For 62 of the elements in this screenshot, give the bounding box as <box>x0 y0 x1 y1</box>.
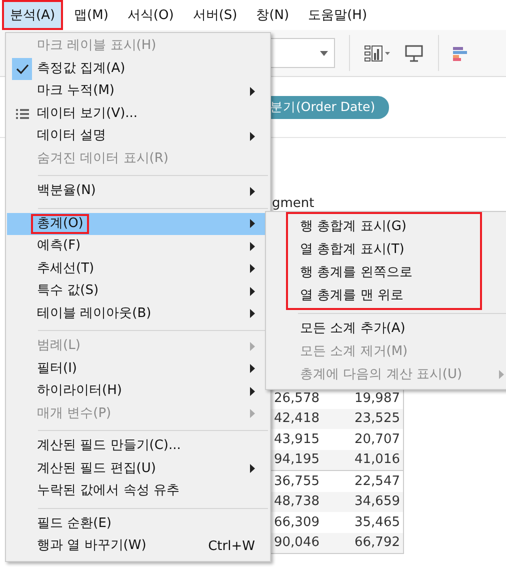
table-cell-text: 36,755 <box>273 474 320 489</box>
presentation-icon[interactable] <box>404 43 424 63</box>
table-cell-text: 94,195 <box>273 452 320 468</box>
column-header: gment <box>272 196 316 211</box>
table-cell-text: 20,707 <box>354 432 401 447</box>
grid-icon <box>16 108 28 119</box>
menu-bar-item[interactable]: 맵(M) <box>66 0 116 30</box>
submenu-arrow-icon <box>250 132 255 141</box>
menu-bar-item[interactable]: 서식(O) <box>119 0 182 30</box>
table-cell-text: 23,525 <box>354 411 401 426</box>
caret-icon <box>320 50 328 56</box>
menu-item[interactable]: 행 총합계 표시(G) <box>288 215 480 238</box>
menu-item[interactable]: 테이블 레이아웃(B) <box>7 302 269 325</box>
menu-bar-item[interactable]: 창(N) <box>248 0 298 30</box>
submenu-arrow-icon <box>499 370 504 379</box>
menu-item[interactable]: 특수 값(S) <box>7 280 269 302</box>
menu-item[interactable]: 행 총계를 왼쪽으로 <box>288 261 480 284</box>
submenu-arrow-icon <box>250 86 255 96</box>
submenu-arrow-icon <box>250 309 255 318</box>
table-cell-text: 90,046 <box>273 535 320 550</box>
table-cell-text: 34,659 <box>354 494 401 510</box>
submenu-arrow-icon <box>250 342 255 351</box>
table-cell-text: 26,578 <box>273 390 320 406</box>
menu-item[interactable]: 예측(F) <box>7 235 269 258</box>
table-cell-text: 22,547 <box>354 474 401 489</box>
menu-item[interactable]: 하이라이터(H) <box>7 380 269 402</box>
submenu-arrow-icon <box>250 286 255 296</box>
menu-item[interactable]: 계산된 필드 편집(U) <box>7 458 269 480</box>
menu-item[interactable]: 열 총계를 맨 위로 <box>288 284 480 307</box>
menu-item[interactable]: 계산된 필드 만들기(C)... <box>7 435 269 458</box>
checkmark-icon <box>12 58 32 80</box>
menu-item[interactable]: 필드 순환(E) <box>7 512 269 535</box>
submenu-arrow-icon <box>250 242 255 251</box>
menu-bar-item[interactable]: 도움말(H) <box>300 0 376 30</box>
menu-item[interactable]: 열 총합계 표시(T) <box>288 238 480 261</box>
chart-icon[interactable] <box>364 44 390 62</box>
submenu-arrow-icon <box>250 409 255 418</box>
menu-bar-item[interactable]: 분석(A) <box>2 0 64 30</box>
menu-item[interactable]: 모든 소계 추가(A) <box>266 317 506 340</box>
table-cell-text: 43,915 <box>273 432 320 447</box>
menu-item[interactable]: 누락된 값에서 속성 유추 <box>7 480 269 502</box>
table-cell-text: 66,309 <box>273 514 320 530</box>
menu-bar-item[interactable]: 서버(S) <box>184 0 246 30</box>
submenu-arrow-icon <box>250 464 255 474</box>
submenu-arrow-icon <box>250 186 255 196</box>
menu-item[interactable]: 데이터 설명 <box>7 125 269 148</box>
submenu-arrow-icon <box>250 264 255 274</box>
table-cell-text: 48,738 <box>273 494 320 510</box>
table-cell-text: 41,016 <box>354 452 401 468</box>
table-cell-text: 42,418 <box>273 411 320 426</box>
table-cell-text: 66,792 <box>354 535 401 550</box>
table-cell-text: 35,465 <box>354 514 401 530</box>
menu-item[interactable]: 측정값 집계(A) <box>7 58 269 80</box>
bar-chart-icon[interactable] <box>453 45 469 61</box>
submenu-arrow-icon <box>250 386 255 396</box>
menu-item[interactable]: 필터(I) <box>7 358 269 380</box>
menu-item[interactable]: 추세선(T) <box>7 258 269 280</box>
menu-item[interactable]: 백분율(N) <box>7 180 269 202</box>
submenu-arrow-icon <box>250 219 255 228</box>
table-cell-text: 19,987 <box>354 390 401 406</box>
submenu-arrow-icon <box>250 364 255 374</box>
menu-item[interactable]: 행과 열 바꾸기(W) Ctrl+W <box>7 535 269 558</box>
